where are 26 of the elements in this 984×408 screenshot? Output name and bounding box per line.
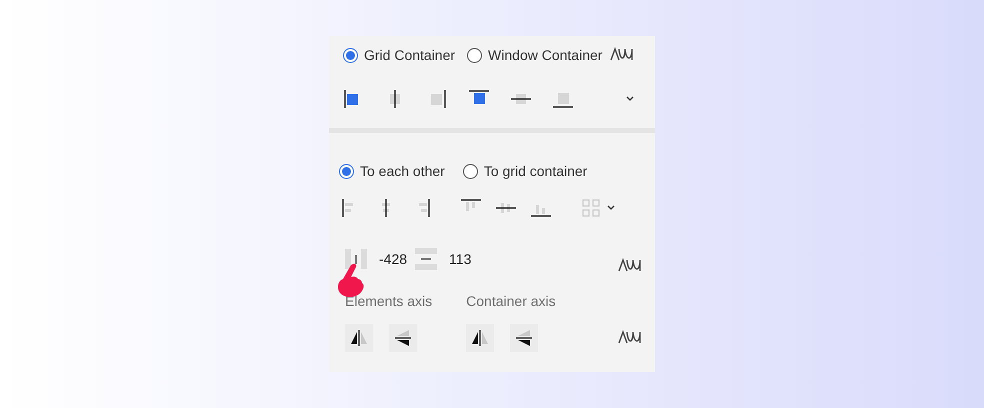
flip-horizontal-icon	[349, 328, 369, 348]
wave-icon[interactable]	[618, 330, 642, 344]
flip-vertical-button[interactable]	[510, 324, 538, 352]
radio-label: Window Container	[488, 46, 602, 64]
radio-label: To each other	[360, 162, 445, 180]
radio-button[interactable]	[462, 164, 478, 178]
radio-button[interactable]	[339, 164, 354, 178]
radio-button[interactable]	[467, 48, 482, 62]
radio-button[interactable]	[343, 48, 358, 62]
flip-horizontal-button[interactable]	[345, 324, 373, 352]
wave-icon[interactable]	[610, 47, 634, 61]
radio-label: Grid Container	[364, 46, 456, 64]
flip-horizontal-icon	[470, 328, 490, 348]
section-label: Elements axis	[345, 292, 432, 311]
flip-vertical-icon	[514, 328, 534, 348]
spacing-value: 113	[449, 250, 472, 268]
horizontal-gap-icon[interactable]	[345, 248, 367, 270]
wave-icon[interactable]	[618, 258, 642, 272]
spacing-value: -428	[379, 250, 408, 268]
chevron-down-icon[interactable]	[625, 95, 635, 103]
chevron-down-icon[interactable]	[606, 204, 616, 212]
flip-vertical-icon	[393, 328, 413, 348]
radio-label: To grid container	[484, 162, 588, 181]
flip-horizontal-button[interactable]	[466, 324, 494, 352]
section-label: Container axis	[466, 292, 556, 311]
flip-vertical-button[interactable]	[389, 324, 417, 352]
